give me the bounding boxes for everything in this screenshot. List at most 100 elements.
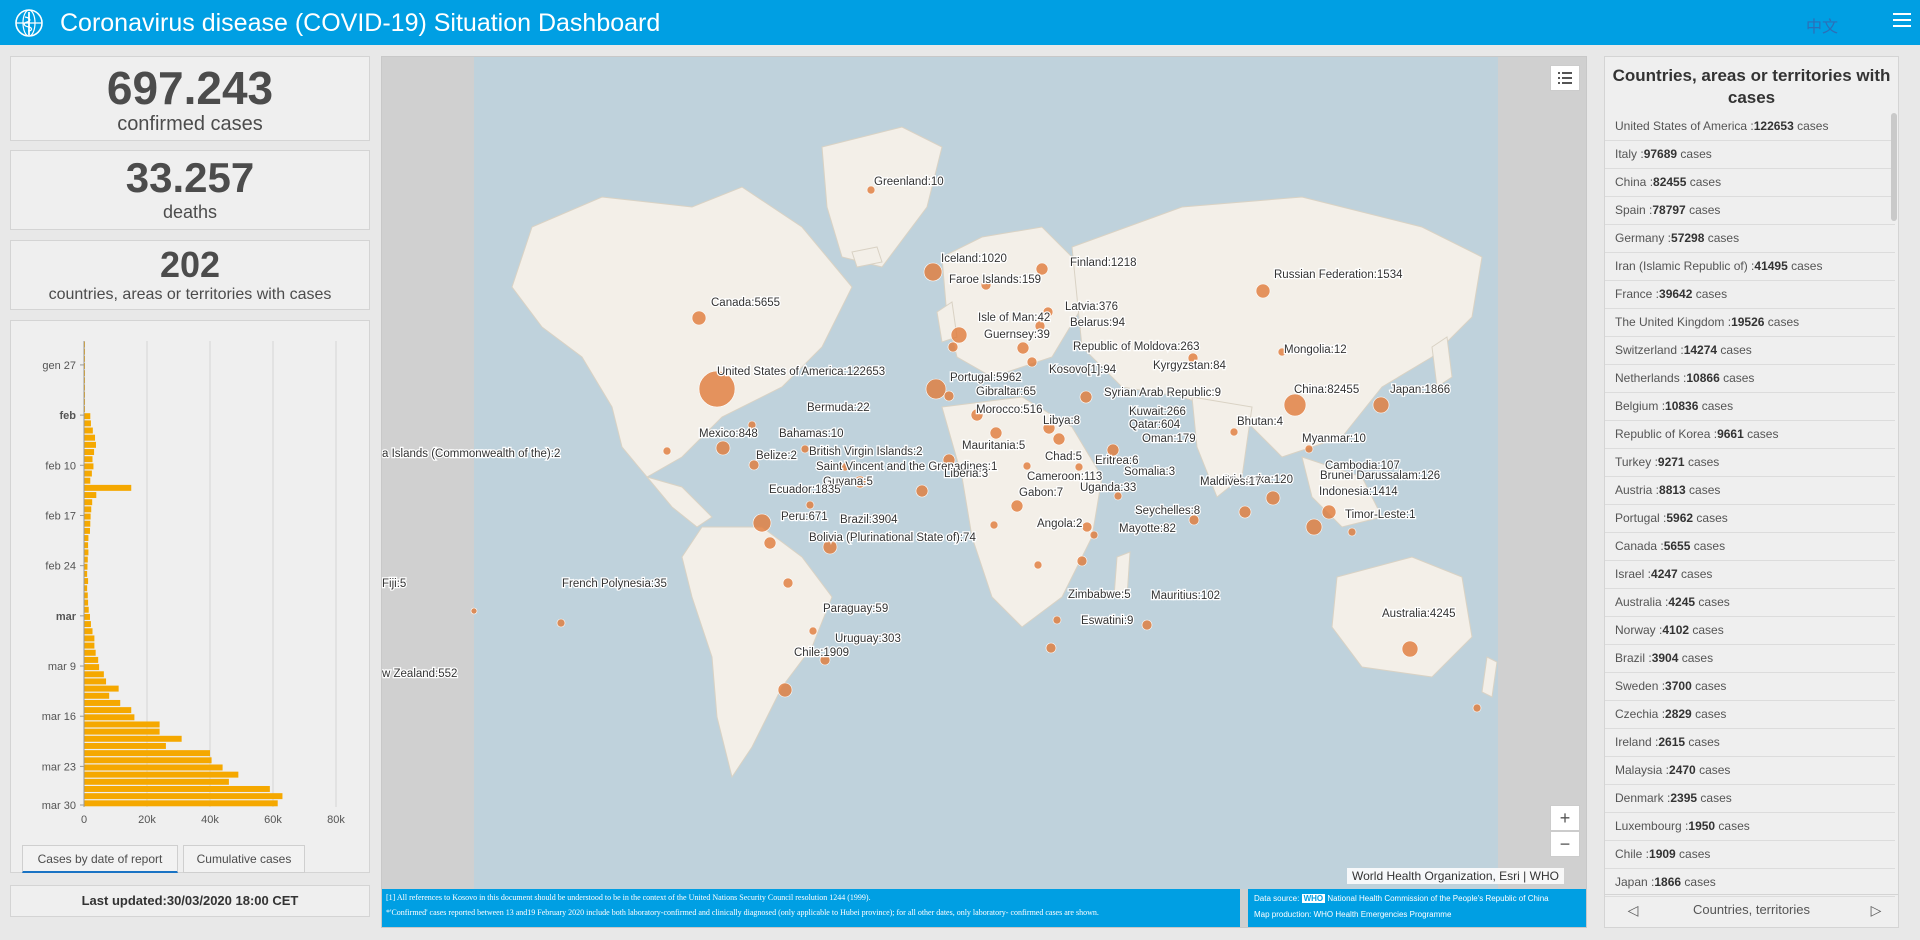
case-marker[interactable] [1052,432,1066,446]
case-marker[interactable] [1283,393,1307,417]
bar[interactable] [84,628,93,635]
bar[interactable] [84,506,92,513]
case-marker[interactable] [1347,527,1357,537]
country-list-item[interactable]: France :39642 cases [1605,281,1895,309]
list-scrollbar[interactable] [1891,113,1897,221]
case-marker[interactable] [989,426,1003,440]
bar[interactable] [84,535,89,542]
country-list-item[interactable]: Luxembourg :1950 cases [1605,813,1895,841]
bar[interactable] [84,800,278,807]
bar[interactable] [84,642,95,649]
world-map[interactable]: Greenland:10 Iceland:1020 Faroe Islands:15… [381,56,1587,928]
case-marker[interactable] [1079,390,1093,404]
bar[interactable] [84,463,94,470]
case-marker[interactable] [943,390,955,402]
bar[interactable] [84,728,160,735]
bar[interactable] [84,470,92,477]
case-marker[interactable] [1305,518,1323,536]
bar[interactable] [84,785,270,792]
zoom-out-button[interactable]: − [1550,831,1580,857]
case-marker[interactable] [691,310,707,326]
country-list-item[interactable]: Chile :1909 cases [1605,841,1895,869]
bar[interactable] [84,656,99,663]
bar[interactable] [84,764,223,771]
bar[interactable] [84,563,88,570]
bar[interactable] [84,592,88,599]
bar[interactable] [84,621,91,628]
bar[interactable] [84,492,97,499]
country-list-item[interactable]: Republic of Korea :9661 cases [1605,421,1895,449]
tab-cases-by-date[interactable]: Cases by date of report [22,845,178,873]
country-list-item[interactable]: United States of America :122653 cases [1605,113,1895,141]
country-list-item[interactable]: Italy :97689 cases [1605,141,1895,169]
country-list-item[interactable]: The United Kingdom :19526 cases [1605,309,1895,337]
bar[interactable] [84,664,100,671]
country-list-item[interactable]: Norway :4102 cases [1605,617,1895,645]
hamburger-menu-icon[interactable] [1893,13,1911,31]
next-page-icon[interactable]: ▷ [1864,895,1888,925]
case-marker[interactable] [715,440,731,456]
bar[interactable] [84,771,239,778]
bar[interactable] [84,527,90,534]
country-list-item[interactable]: Iran (Islamic Republic of) :41495 cases [1605,253,1895,281]
case-marker[interactable] [1016,341,1030,355]
case-marker[interactable] [808,626,818,636]
country-list-item[interactable]: Switzerland :14274 cases [1605,337,1895,365]
bar[interactable] [84,757,212,764]
bar[interactable] [84,420,91,427]
bar[interactable] [84,599,89,606]
case-marker[interactable] [800,444,810,454]
bar[interactable] [84,685,119,692]
tab-cumulative-cases[interactable]: Cumulative cases [183,845,305,873]
case-marker[interactable] [1074,462,1084,472]
bar[interactable] [84,692,110,699]
bar[interactable] [84,649,96,656]
country-list[interactable]: United States of America :122653 cases It… [1605,113,1895,897]
case-marker[interactable] [1089,530,1099,540]
bar[interactable] [84,742,166,749]
case-marker[interactable] [1238,505,1252,519]
bar[interactable] [84,520,91,527]
bar[interactable] [84,578,89,585]
bar[interactable] [84,699,121,706]
bar[interactable] [84,499,93,506]
bar[interactable] [84,556,88,563]
case-marker[interactable] [1141,619,1153,631]
bar[interactable] [84,678,107,685]
bar[interactable] [84,778,229,785]
country-list-item[interactable]: Germany :57298 cases [1605,225,1895,253]
prev-page-icon[interactable]: ◁ [1621,895,1645,925]
case-marker[interactable] [1372,396,1390,414]
case-marker[interactable] [989,520,999,530]
country-list-item[interactable]: Malaysia :2470 cases [1605,757,1895,785]
case-marker[interactable] [1229,427,1239,437]
bar[interactable] [84,484,132,491]
country-list-item[interactable]: Israel :4247 cases [1605,561,1895,589]
case-marker[interactable] [1081,521,1093,533]
bar[interactable] [84,793,283,800]
case-marker[interactable] [1010,499,1024,513]
case-marker[interactable] [470,607,478,615]
bar[interactable] [84,434,96,441]
case-marker[interactable] [1022,461,1032,471]
case-marker[interactable] [1321,504,1337,520]
bar[interactable] [84,549,89,556]
bar[interactable] [84,735,182,742]
case-marker[interactable] [1052,615,1062,625]
bar[interactable] [84,707,132,714]
bar[interactable] [84,542,89,549]
case-marker[interactable] [1026,356,1038,368]
bar[interactable] [84,427,93,434]
case-marker[interactable] [782,577,794,589]
bar[interactable] [84,635,95,642]
bar[interactable] [84,513,91,520]
country-list-item[interactable]: Canada :5655 cases [1605,533,1895,561]
case-marker[interactable] [1255,283,1271,299]
country-list-item[interactable]: Netherlands :10866 cases [1605,365,1895,393]
legend-list-icon[interactable] [1550,65,1580,91]
country-list-item[interactable]: Japan :1866 cases [1605,869,1895,897]
case-marker[interactable] [915,484,929,498]
case-marker[interactable] [925,378,947,400]
language-switch[interactable]: 中文 [1806,13,1838,37]
country-list-item[interactable]: Sweden :3700 cases [1605,673,1895,701]
